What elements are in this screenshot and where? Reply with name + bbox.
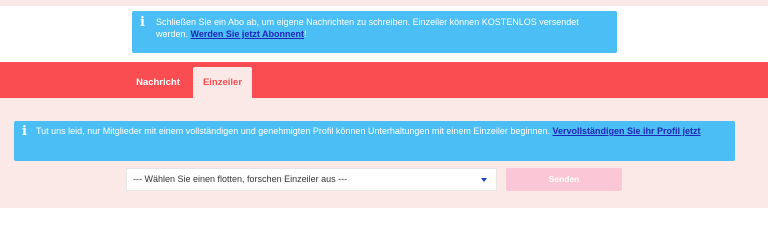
info-icon: i xyxy=(140,15,145,30)
tab-nachricht[interactable]: Nachricht xyxy=(127,67,189,98)
subscribe-link[interactable]: Werden Sie jetzt Abonnent xyxy=(191,29,305,39)
info-icon: i xyxy=(22,124,27,139)
einzeiler-select[interactable]: --- Wählen Sie einen flotten, forschen E… xyxy=(126,168,497,191)
tab-einzeiler[interactable]: Einzeiler xyxy=(193,67,252,98)
complete-profile-link[interactable]: Vervollständigen Sie ihr Profil jetzt xyxy=(552,126,700,136)
subscription-notice: i Schließen Sie ein Abo ab, um eigene Na… xyxy=(132,11,617,53)
profile-notice-text: Tut uns leid, nur Mitglieder mit einem v… xyxy=(36,126,553,136)
profile-incomplete-notice: i Tut uns leid, nur Mitglieder mit einem… xyxy=(14,121,735,161)
send-button[interactable]: Senden xyxy=(506,168,622,191)
subscription-notice-suffix: ! xyxy=(304,29,307,39)
message-type-tabs: Nachricht Einzeiler xyxy=(0,62,768,98)
top-strip xyxy=(0,0,768,6)
einzeiler-select-value: --- Wählen Sie einen flotten, forschen E… xyxy=(133,174,348,184)
chevron-down-icon xyxy=(481,178,487,182)
